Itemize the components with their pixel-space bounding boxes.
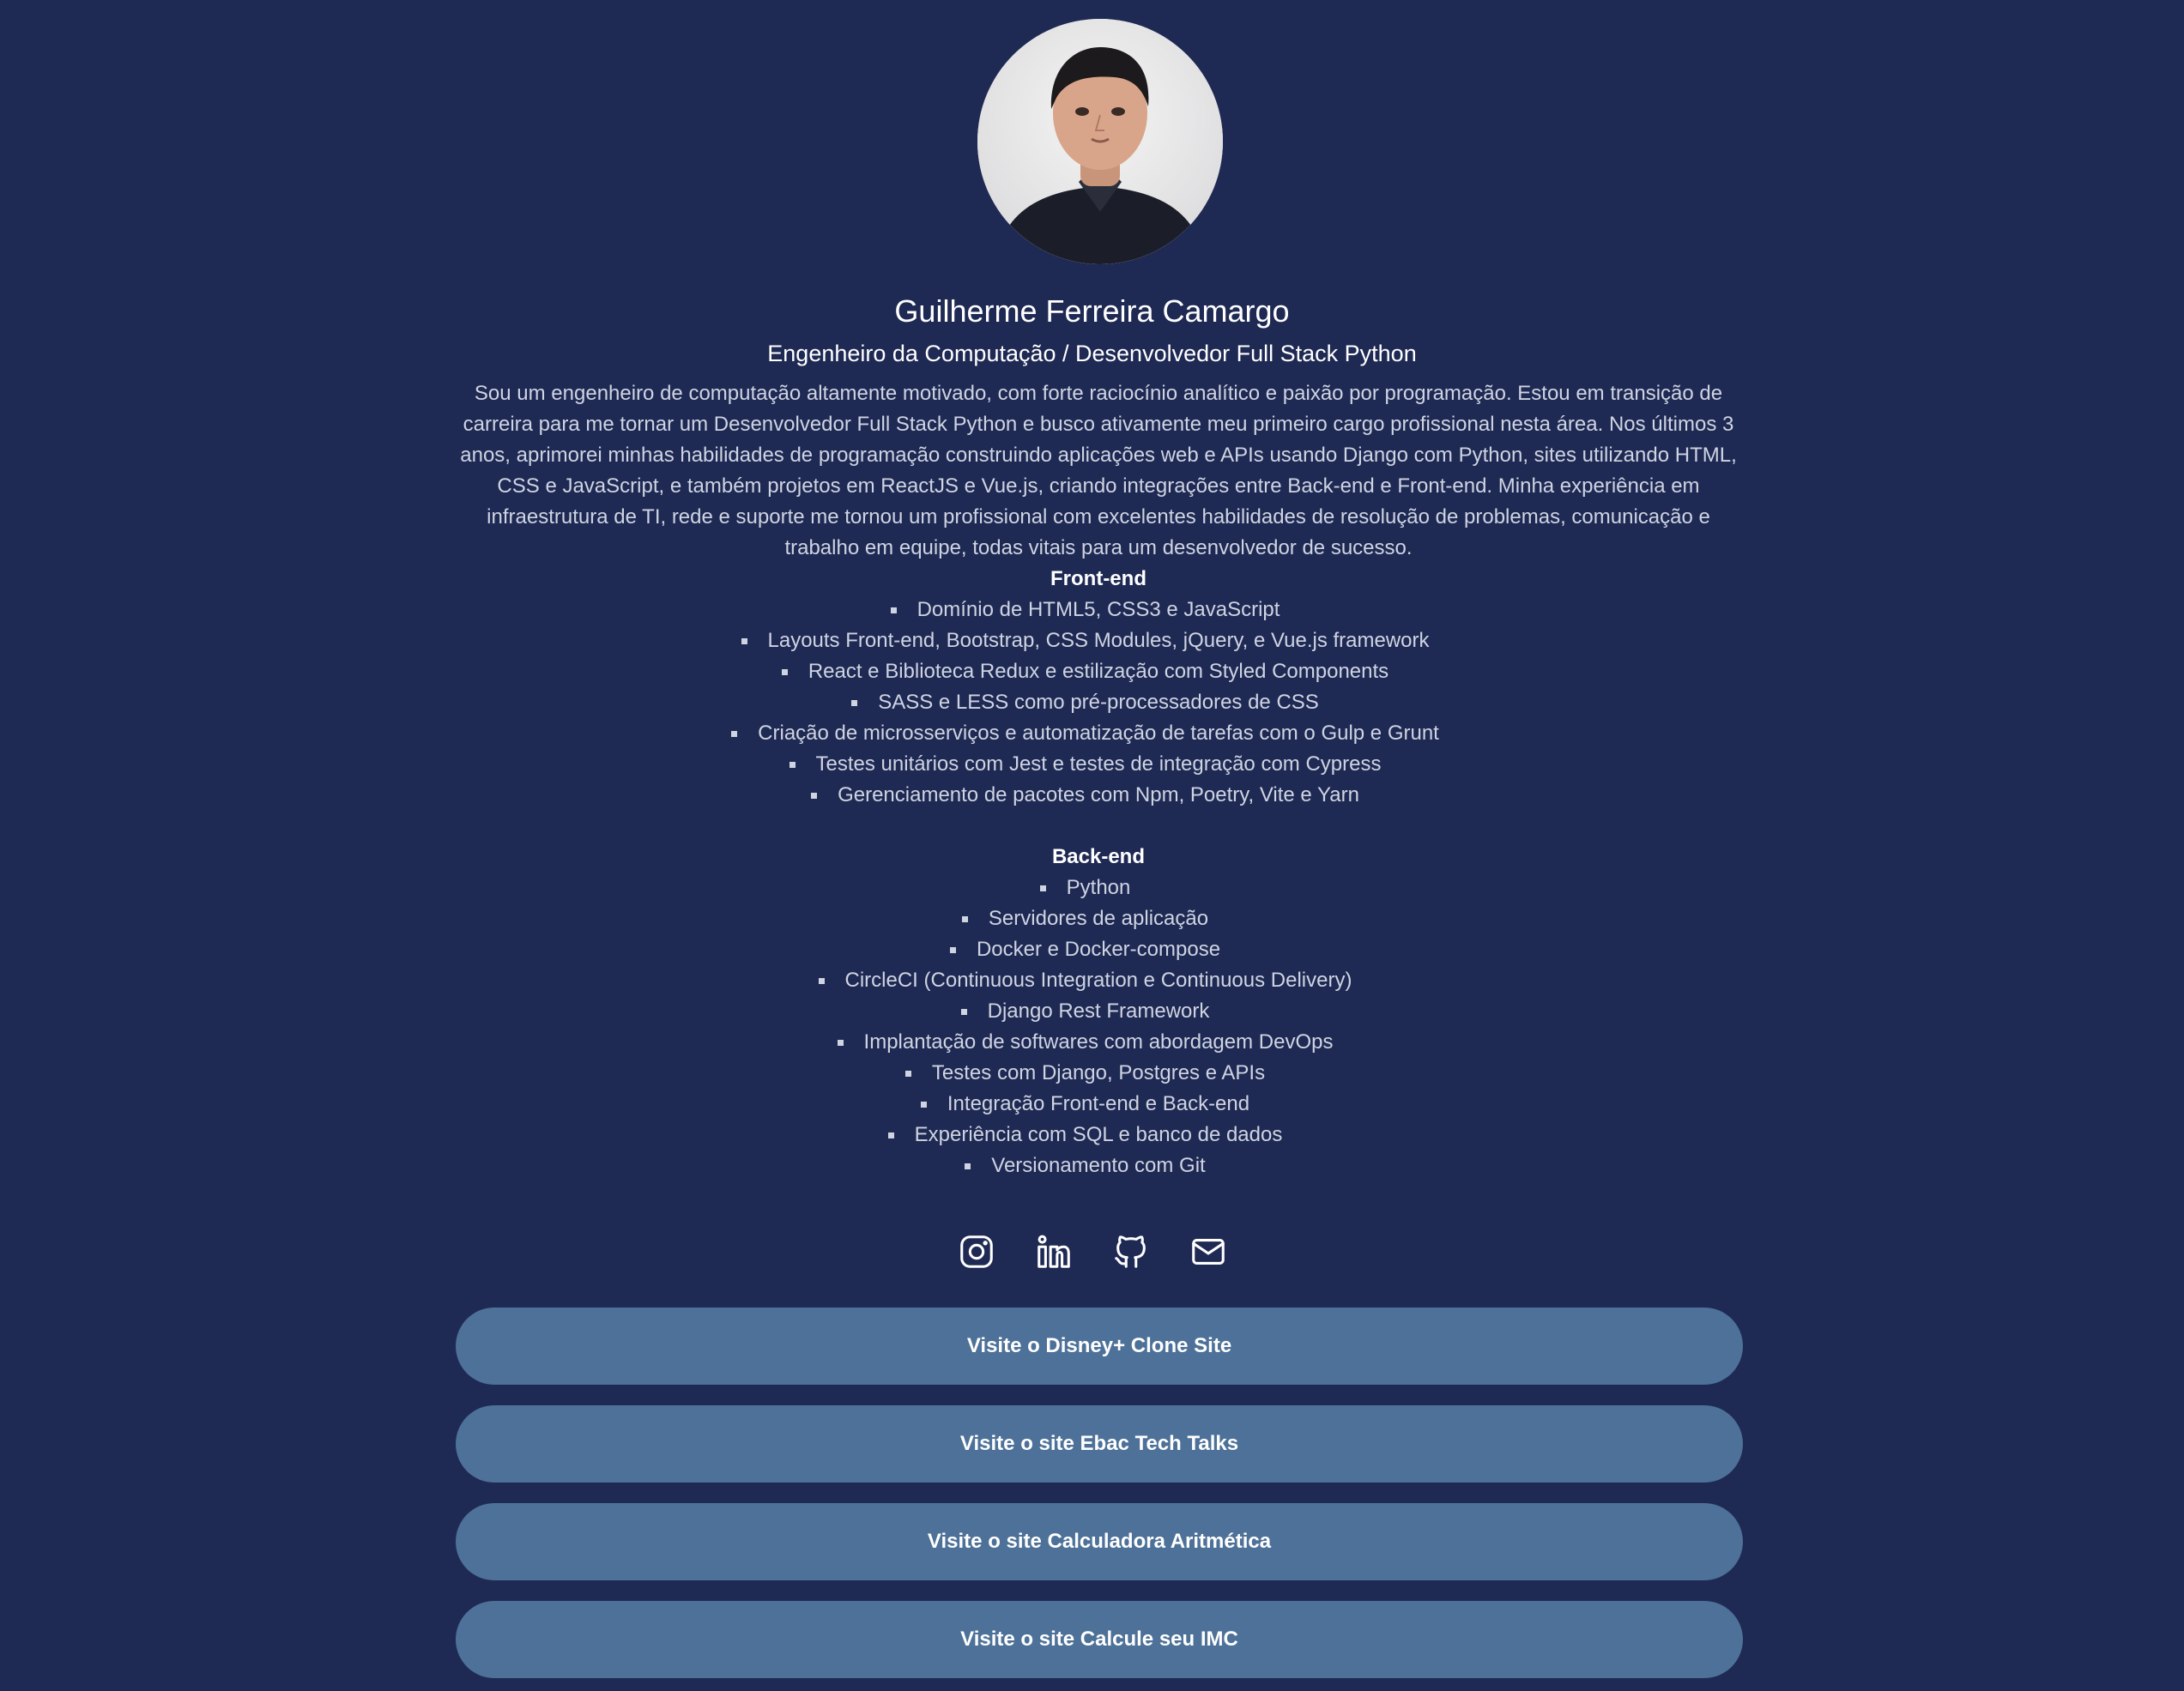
list-item: Python [1039,873,1130,903]
list-item: Criação de microsserviços e automatizaçã… [731,718,1439,749]
social-links [0,1232,2184,1271]
list-item: Servidores de aplicação [961,903,1208,934]
linkedin-icon[interactable] [1034,1232,1074,1271]
list-item: Testes com Django, Postgres e APIs [904,1058,1265,1089]
link-button-ebac-tech-talks[interactable]: Visite o site Ebac Tech Talks [456,1405,1743,1483]
list-item: Gerenciamento de pacotes com Npm, Poetry… [811,780,1359,811]
frontend-skills-list: Domínio de HTML5, CSS3 e JavaScript Layo… [457,595,1739,811]
profile-title: Engenheiro da Computação / Desenvolvedor… [767,341,1417,366]
mail-icon[interactable] [1189,1232,1228,1271]
backend-skills-list: Python Servidores de aplicação Docker e … [457,873,1739,1181]
list-item: Layouts Front-end, Bootstrap, CSS Module… [741,625,1430,656]
avatar-photo [977,19,1223,264]
avatar [977,19,1223,264]
list-item: CircleCI (Continuous Integration e Conti… [818,965,1352,996]
instagram-icon[interactable] [957,1232,996,1271]
list-item: Integração Front-end e Back-end [920,1089,1249,1120]
backend-title: Back-end [1051,845,1146,868]
link-button-imc[interactable]: Visite o site Calcule seu IMC [456,1601,1743,1678]
profile-bio: Sou um engenheiro de computação altament… [460,382,1737,559]
list-item: Versionamento com Git [965,1150,1206,1181]
list-item: Implantação de softwares com abordagem D… [837,1027,1333,1058]
list-item: SASS e LESS como pré-processadores de CS… [851,687,1319,718]
profile-page: Guilherme Ferreira Camargo Engenheiro da… [0,0,2184,1691]
link-button-disney-clone[interactable]: Visite o Disney+ Clone Site [456,1308,1743,1385]
list-item: React e Biblioteca Redux e estilização c… [781,656,1388,687]
link-button-calculadora[interactable]: Visite o site Calculadora Aritmética [456,1503,1743,1580]
list-item: Docker e Docker-compose [949,934,1220,965]
github-icon[interactable] [1111,1232,1151,1271]
list-item: Experiência com SQL e banco de dados [887,1120,1282,1150]
profile-name: Guilherme Ferreira Camargo [894,293,1290,329]
list-item: Testes unitários com Jest e testes de in… [789,749,1381,780]
list-item: Django Rest Framework [960,996,1209,1027]
frontend-title: Front-end [1050,567,1146,590]
list-item: Domínio de HTML5, CSS3 e JavaScript [890,595,1280,625]
profile-content: Sou um engenheiro de computação altament… [457,378,1739,1181]
